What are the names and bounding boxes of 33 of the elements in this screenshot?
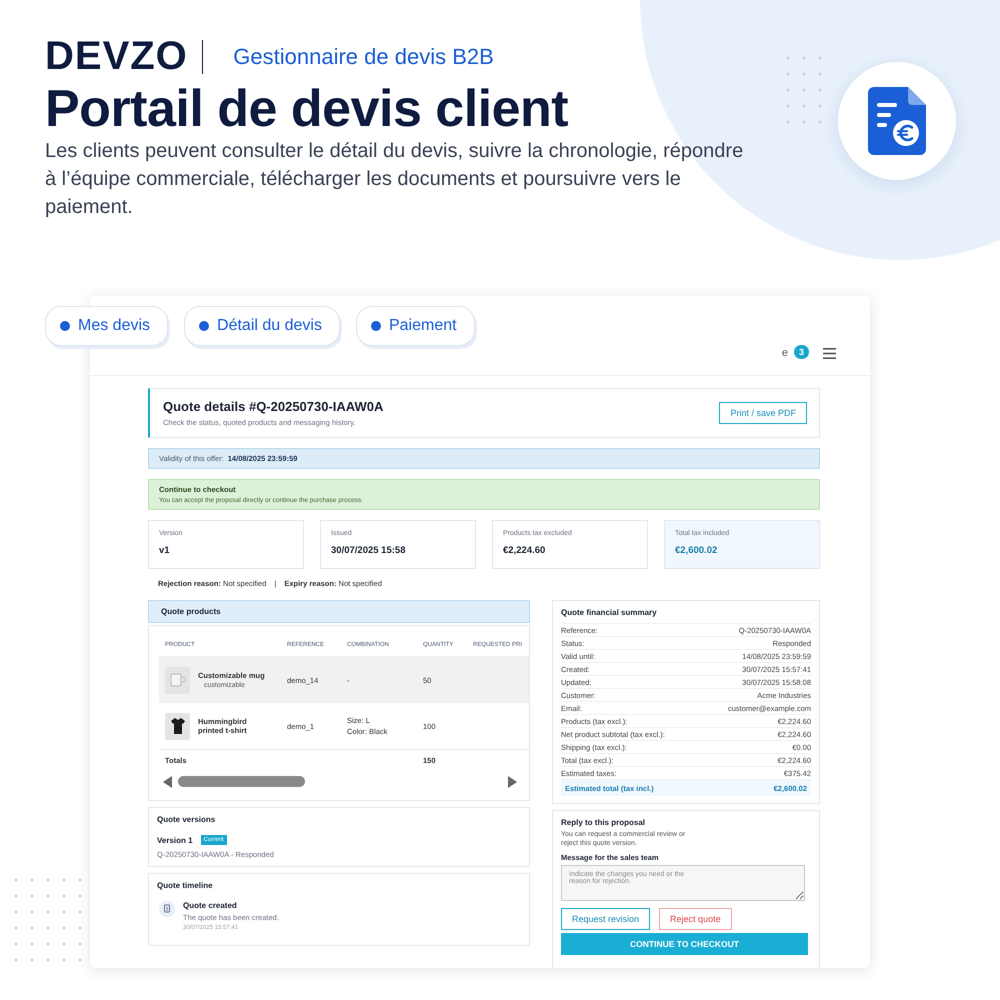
section-header: Quote products [148,600,530,623]
document-icon [159,901,175,917]
panel-title: Quote financial summary [561,608,658,617]
stat-value: €2,224.60 [503,545,546,556]
scrollbar-thumb[interactable] [178,776,305,787]
description: Les clients peuvent consulter le détail du devis, suivre la chronologie, répondre à l’équipe commerciale, télécharger les documents et poursuivre vers le paiement. [45,139,744,220]
scroll-left-icon[interactable] [163,776,172,788]
tagline: Gestionnaire de devis B2B [233,44,494,70]
feature-pill: Mes devis [45,306,168,346]
reject-button[interactable]: Reject quote [659,908,732,930]
quote-title: Quote details #Q-20250730-IAAW0A [163,399,384,414]
version-name: Version 1 [157,836,193,844]
checkout-button[interactable]: CONTINUE TO CHECKOUT [561,933,808,956]
notification-badge: 3 [794,345,809,359]
feature-pill: Paiement [356,306,475,346]
scroll-right-icon[interactable] [508,776,517,788]
menu-icon[interactable] [823,348,836,359]
feature-pill: Détail du devis [184,306,340,346]
stat-value: €2,600.02 [675,545,718,556]
stat-value: 30/07/2025 15:58 [331,545,406,556]
print-button[interactable]: Print / save PDF [719,402,807,424]
t-shirt-icon [170,718,184,734]
mug-icon [170,673,186,687]
panel-title: Quote timeline [157,881,214,890]
request-revision-button[interactable]: Request revision [561,908,650,930]
truncated-text: e [782,347,788,359]
panel-title: Reply to this proposal [561,818,646,827]
panel-title: Quote versions [157,815,216,824]
event-title: Quote created [183,901,238,910]
brand-logo: DEVZO [45,34,188,79]
headline: Portail de devis client [45,83,568,135]
euro-document-icon [868,87,926,155]
stat-value: v1 [159,545,171,556]
